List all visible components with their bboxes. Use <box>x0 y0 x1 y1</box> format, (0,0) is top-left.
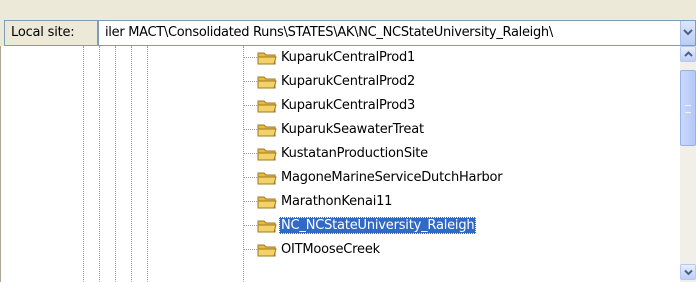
tree-item[interactable]: OITMooseCreek <box>231 238 671 262</box>
tree-item[interactable]: MagoneMarineServiceDutchHarbor <box>231 166 671 190</box>
tree-item-label: KuparukSeawaterTreat <box>281 122 424 137</box>
tree-item[interactable]: KuparukCentralProd2 <box>231 70 671 94</box>
tree-connector-line <box>243 201 257 202</box>
tree-item[interactable]: NC_NCStateUniversity_Raleigh <box>231 214 671 238</box>
tree-item-label: MagoneMarineServiceDutchHarbor <box>281 170 503 185</box>
folder-icon <box>257 220 277 233</box>
tree-vertical-scrollbar[interactable] <box>680 46 696 282</box>
chevron-up-icon <box>684 51 693 57</box>
tree-item-label: KustatanProductionSite <box>281 146 428 161</box>
tree-guide-line <box>131 46 132 282</box>
folder-icon <box>257 172 277 185</box>
tree-item-label: KuparukCentralProd2 <box>281 74 416 89</box>
tree-guide-line <box>99 46 100 282</box>
local-directory-tree[interactable]: KuparukCentralProd1 KuparukCentralProd2 Ku… <box>0 46 681 282</box>
tree-guide-line <box>83 46 84 282</box>
local-site-label: Local site: <box>4 20 98 46</box>
tree-item-label: MarathonKenai11 <box>281 194 393 209</box>
scroll-thumb-grip <box>685 105 691 113</box>
tree-guide-line <box>147 46 148 282</box>
tree-connector-line <box>243 153 257 154</box>
tree-item[interactable]: KuparukCentralProd3 <box>231 94 671 118</box>
tree-connector-line <box>243 105 257 106</box>
scroll-up-button[interactable] <box>680 46 696 62</box>
scroll-down-button[interactable] <box>680 264 696 280</box>
chevron-down-icon <box>684 269 693 276</box>
local-site-bar: Local site: iler MACT\Consolidated Runs\… <box>0 0 696 46</box>
tree-connector-line <box>243 57 257 58</box>
tree-connector-line <box>243 225 257 226</box>
folder-icon <box>257 76 277 89</box>
path-dropdown-button[interactable] <box>680 21 695 45</box>
folder-icon <box>257 148 277 161</box>
chevron-down-icon <box>683 29 693 36</box>
tree-item[interactable]: MarathonKenai11 <box>231 190 671 214</box>
local-site-path-input[interactable]: iler MACT\Consolidated Runs\STATES\AK\NC… <box>105 25 553 40</box>
tree-item-label: OITMooseCreek <box>281 242 380 257</box>
scroll-thumb[interactable] <box>680 70 696 146</box>
tree-item-label: KuparukCentralProd3 <box>281 98 416 113</box>
tree-item-label: NC_NCStateUniversity_Raleigh <box>279 217 477 234</box>
tree-item[interactable]: KustatanProductionSite <box>231 142 671 166</box>
tree-item[interactable]: KuparukSeawaterTreat <box>231 118 671 142</box>
folder-icon <box>257 196 277 209</box>
tree-connector-line <box>243 129 257 130</box>
tree-guide-line <box>115 46 116 282</box>
folder-icon <box>257 124 277 137</box>
tree-item-label: KuparukCentralProd1 <box>281 50 416 65</box>
tree-connector-line <box>243 249 257 250</box>
tree-connector-line <box>243 177 257 178</box>
folder-icon <box>257 52 277 65</box>
tree-item[interactable]: KuparukCentralProd1 <box>231 46 671 70</box>
folder-icon <box>257 244 277 257</box>
local-site-path-combobox[interactable]: iler MACT\Consolidated Runs\STATES\AK\NC… <box>98 20 696 46</box>
tree-connector-line <box>243 81 257 82</box>
folder-icon <box>257 100 277 113</box>
